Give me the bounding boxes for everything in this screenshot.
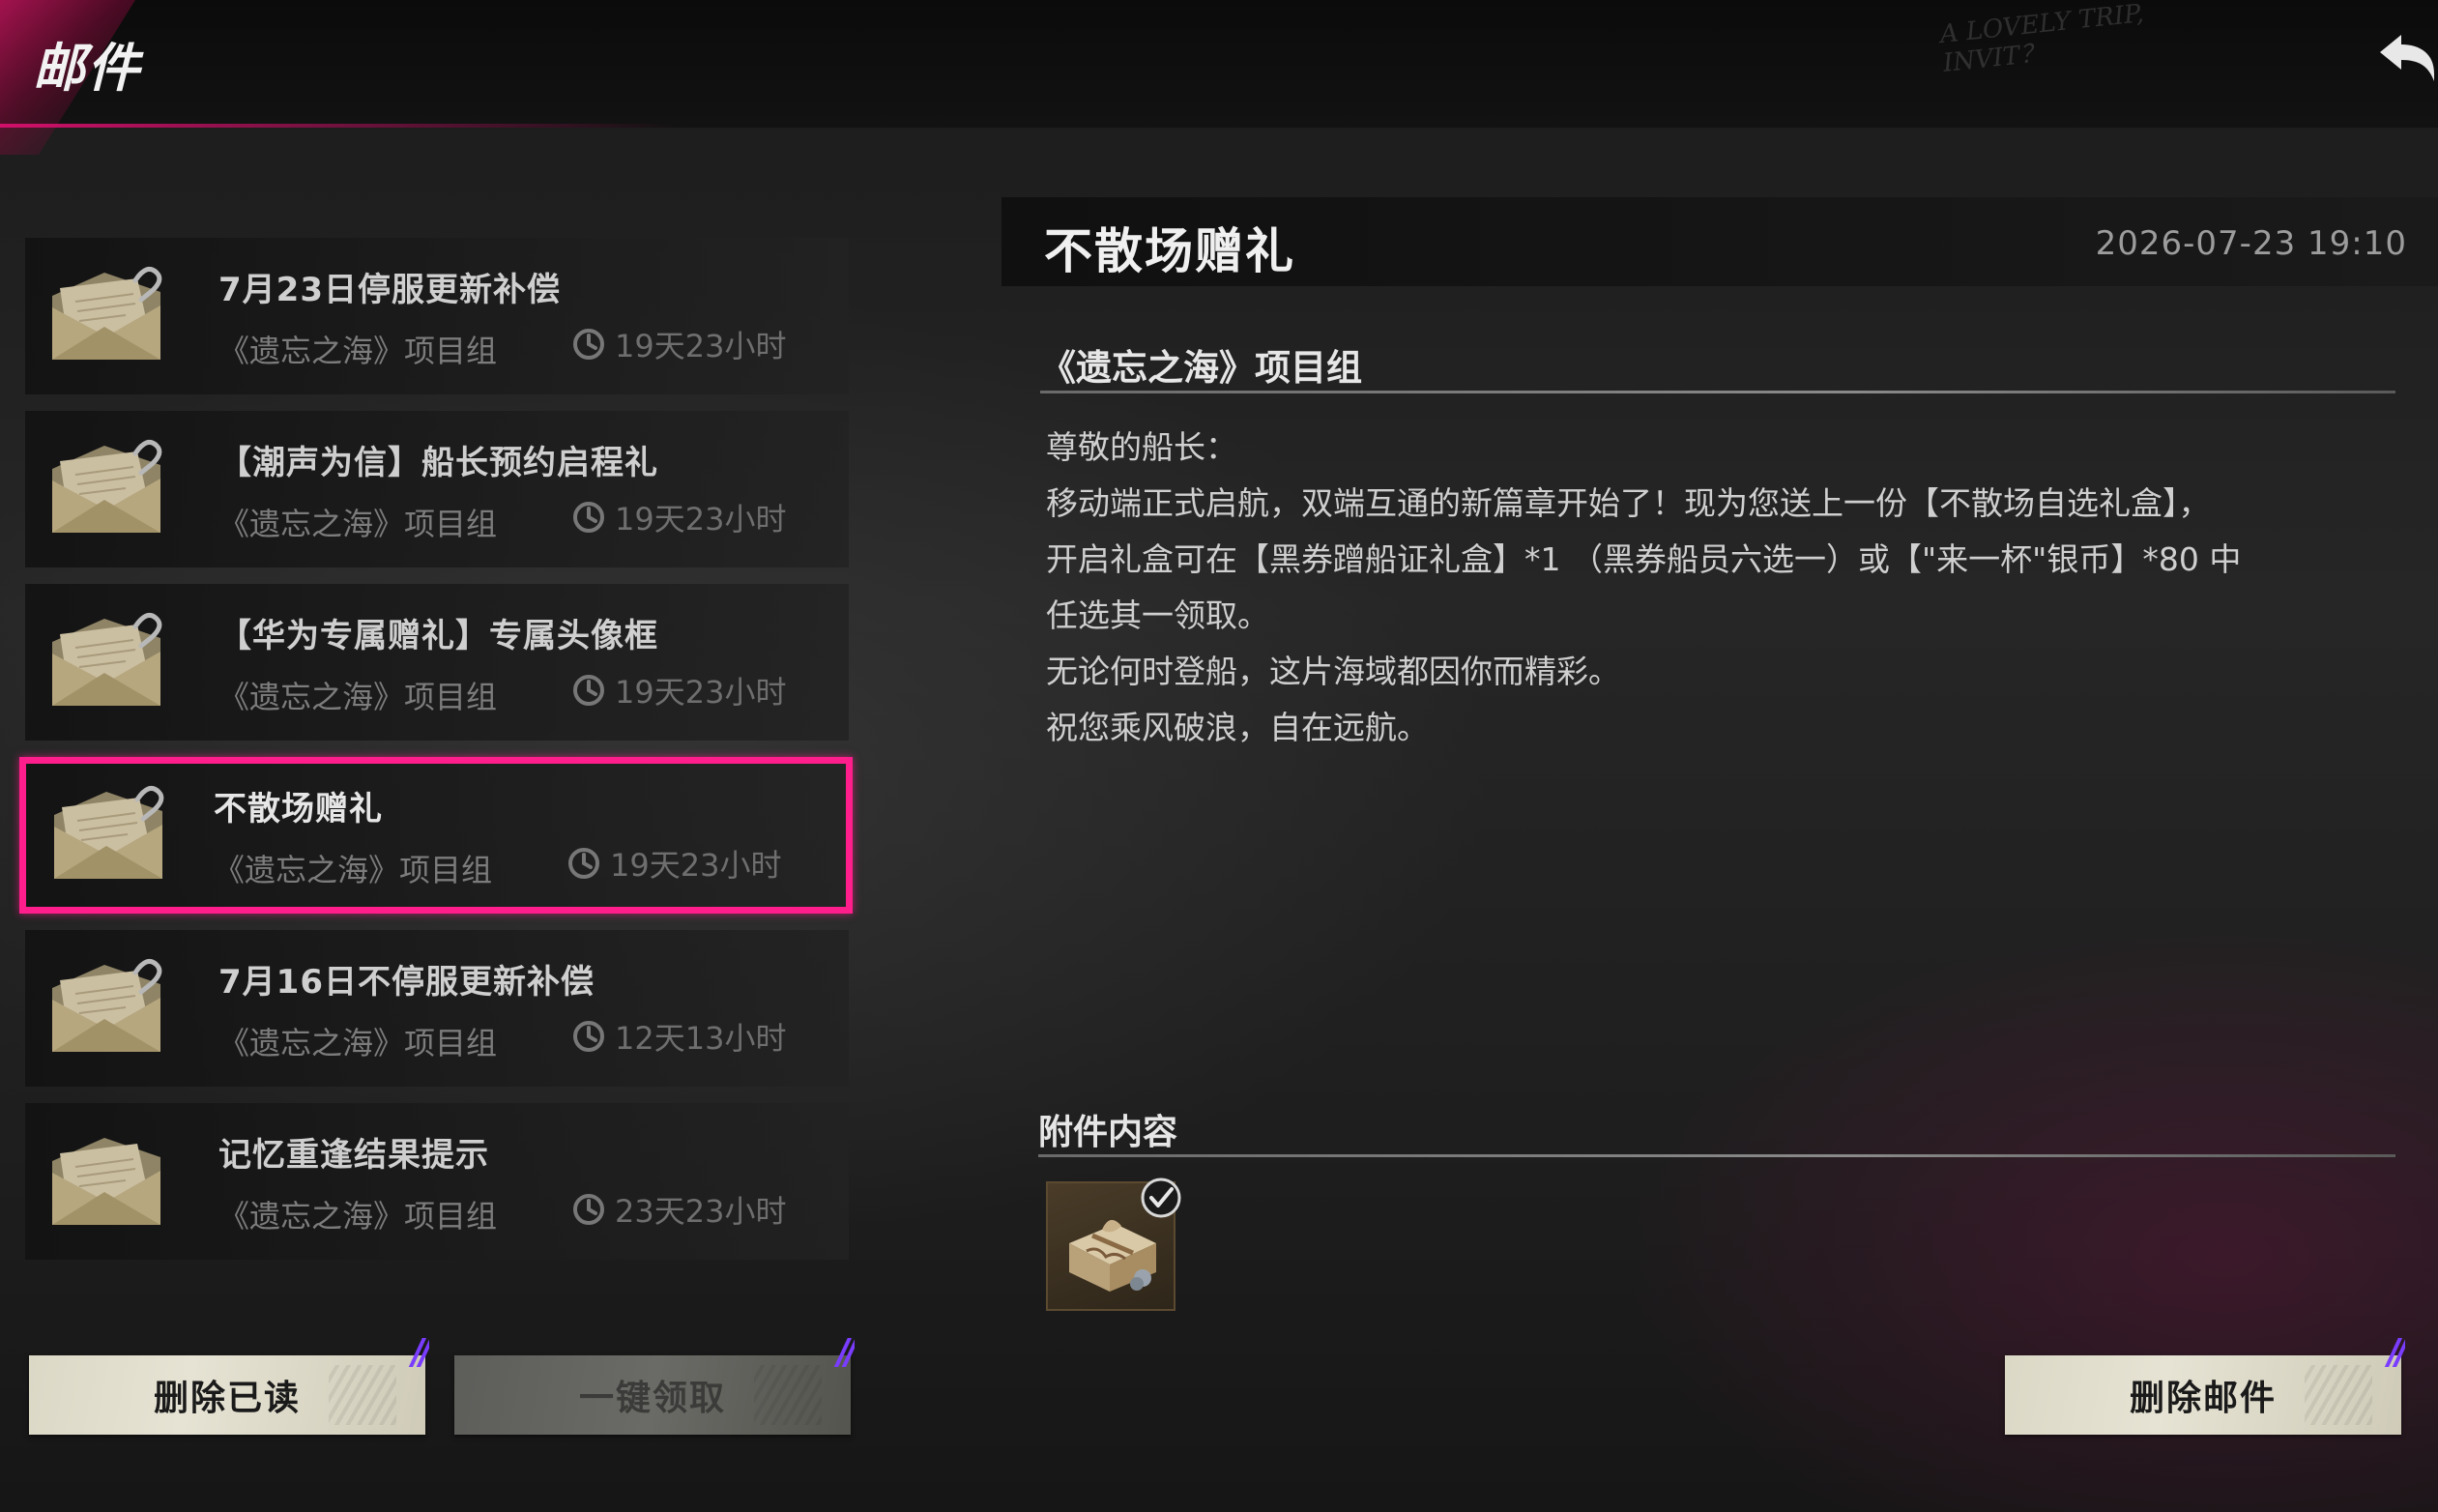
back-button[interactable]	[2366, 23, 2438, 95]
mail-subject: 记忆重逢结果提示	[218, 1136, 489, 1175]
body-line: 尊敬的船长：	[1046, 428, 1237, 466]
clock-icon	[568, 848, 599, 879]
mail-expiry-text: 19天23小时	[615, 328, 787, 364]
mail-envelope	[46, 951, 172, 1065]
delete-read-button[interactable]: 删除已读	[29, 1338, 429, 1435]
mail-list-item[interactable]: 【潮声为信】船长预约启程礼 《遗忘之海》项目组 19天23小时	[25, 411, 849, 567]
mail-list-item[interactable]: 记忆重逢结果提示 《遗忘之海》项目组 23天23小时	[25, 1103, 849, 1260]
body-line: 任选其一领取。	[1046, 596, 1269, 634]
mail-envelope	[48, 778, 174, 892]
mail-list: 7月23日停服更新补偿 《遗忘之海》项目组 19天23小时 【潮声为信】船长预约…	[19, 238, 853, 1276]
mail-list-item[interactable]: 7月23日停服更新补偿 《遗忘之海》项目组 19天23小时	[25, 238, 849, 394]
body-line: 祝您乘风破浪，自在远航。	[1046, 709, 1429, 746]
mail-subject: 7月23日停服更新补偿	[218, 271, 561, 309]
sender-divider	[1040, 391, 2395, 393]
delete-mail-button[interactable]: 删除邮件	[2005, 1338, 2405, 1435]
mail-expiry-text: 12天13小时	[615, 1020, 787, 1057]
mail-subject: 【华为专属赠礼】专属头像框	[218, 617, 658, 655]
attachments-heading: 附件内容	[1038, 1113, 1178, 1152]
clock-icon	[573, 329, 604, 360]
mail-sender: 《遗忘之海》项目组	[218, 1025, 498, 1061]
claim-all-button[interactable]: 一键领取	[454, 1338, 855, 1435]
attachments-divider	[1038, 1154, 2395, 1157]
envelope-icon	[52, 266, 162, 360]
body-line: 移动端正式启航，双端互通的新篇章开始了！现为您送上一份【不散场自选礼盒】，	[1046, 484, 2211, 522]
clock-icon	[573, 1021, 604, 1052]
button-stripes	[754, 1365, 822, 1425]
mail-envelope	[46, 605, 172, 719]
mail-subject: 【潮声为信】船长预约启程礼	[218, 444, 658, 482]
delete-mail-label: 删除邮件	[2129, 1379, 2277, 1418]
mail-envelope	[46, 259, 172, 373]
mail-sender: 《遗忘之海》项目组	[218, 506, 498, 542]
mail-expiry: 19天23小时	[572, 669, 786, 712]
mail-sender: 《遗忘之海》项目组	[218, 1198, 498, 1235]
body-line: 开启礼盒可在【黑券蹭船证礼盒】*1 （黑券船员六选一）或【"来一杯"银币】*80…	[1046, 540, 2242, 578]
envelope-icon	[52, 439, 162, 533]
mail-expiry-text: 23天23小时	[615, 1193, 787, 1230]
body-line: 无论何时登船，这片海域都因你而精彩。	[1046, 653, 1620, 690]
mail-expiry-text: 19天23小时	[615, 674, 787, 711]
mail-expiry-text: 19天23小时	[615, 501, 787, 538]
envelope-icon	[52, 1138, 160, 1225]
mail-list-item[interactable]: 7月16日不停服更新补偿 《遗忘之海》项目组 12天13小时	[25, 930, 849, 1087]
mail-subject: 7月16日不停服更新补偿	[218, 963, 595, 1002]
delete-read-label: 删除已读	[153, 1379, 301, 1418]
mail-expiry: 19天23小时	[572, 496, 786, 538]
clock-icon	[573, 675, 604, 706]
claimed-check-icon	[1139, 1176, 1183, 1220]
background-scribble: A LOVELY TRIP, INVIT？	[1938, 0, 2146, 78]
mail-body: 尊敬的船长： 移动端正式启航，双端互通的新篇章开始了！现为您送上一份【不散场自选…	[1046, 420, 2409, 756]
claim-all-label: 一键领取	[578, 1379, 726, 1418]
mail-envelope	[46, 432, 172, 546]
mail-expiry: 19天23小时	[572, 323, 786, 365]
button-stripes	[2305, 1365, 2372, 1425]
mail-expiry: 12天13小时	[572, 1015, 786, 1058]
mail-subject: 不散场赠礼	[214, 790, 383, 829]
mail-sender: 《遗忘之海》项目组	[218, 333, 498, 369]
clock-icon	[573, 1194, 604, 1225]
mail-sender: 《遗忘之海》项目组	[218, 679, 498, 715]
back-arrow-icon	[2380, 35, 2434, 81]
envelope-icon	[52, 958, 162, 1052]
envelope-icon	[52, 612, 162, 706]
mail-list-item[interactable]: 【华为专属赠礼】专属头像框 《遗忘之海》项目组 19天23小时	[25, 584, 849, 741]
mail-envelope	[46, 1124, 172, 1238]
mail-expiry-text: 19天23小时	[610, 847, 782, 884]
mail-detail-header: 不散场赠礼 2026-07-23 19:10	[1001, 197, 2438, 286]
mail-expiry: 23天23小时	[572, 1188, 786, 1231]
mail-list-item[interactable]: 不散场赠礼 《遗忘之海》项目组 19天23小时	[19, 757, 853, 914]
button-stripes	[329, 1365, 396, 1425]
page-title: 邮件	[33, 38, 141, 99]
mail-detail-date: 2026-07-23 19:10	[2095, 224, 2407, 263]
mail-screen: 邮件 A LOVELY TRIP, INVIT？ 7月23日停服更新补偿 《遗忘…	[0, 0, 2438, 1512]
mail-sender: 《遗忘之海》项目组	[214, 852, 493, 888]
mail-expiry: 19天23小时	[567, 842, 781, 885]
title-underline	[0, 124, 677, 128]
top-bar: 邮件 A LOVELY TRIP, INVIT？	[0, 0, 2438, 155]
envelope-icon	[54, 785, 164, 879]
clock-icon	[573, 502, 604, 533]
mail-detail-sender: 《遗忘之海》项目组	[1040, 347, 1362, 389]
mail-detail-title: 不散场赠礼	[1044, 223, 1295, 279]
